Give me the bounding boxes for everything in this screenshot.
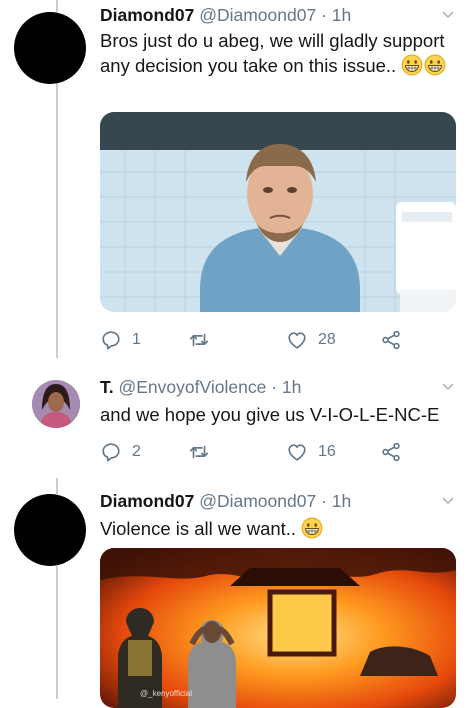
heart-icon — [286, 441, 308, 463]
reply-count: 2 — [132, 443, 141, 460]
separator: · — [321, 491, 327, 511]
share-icon — [380, 441, 402, 463]
grinning-emoji — [301, 517, 323, 539]
like-count: 16 — [318, 443, 336, 460]
tweet-text-content: Bros just do u abeg, we will gladly supp… — [100, 30, 445, 76]
separator: · — [321, 5, 327, 25]
burning-house-image[interactable]: @_kenyofficial — [100, 548, 456, 708]
media-watermark: @_kenyofficial — [140, 689, 192, 698]
retweet-icon — [188, 329, 210, 351]
avatar[interactable] — [32, 380, 80, 428]
avatar[interactable] — [14, 494, 86, 566]
like-button[interactable]: 16 — [286, 440, 336, 464]
tweet-text: Bros just do u abeg, we will gladly supp… — [100, 28, 450, 78]
reply-button[interactable]: 1 — [100, 328, 141, 352]
meme-image[interactable] — [100, 112, 456, 312]
tweet-actions: 1 28 — [100, 328, 400, 352]
heart-icon — [286, 329, 308, 351]
retweet-button[interactable] — [188, 440, 210, 464]
display-name[interactable]: Diamond07 — [100, 5, 194, 25]
share-button[interactable] — [380, 328, 402, 352]
timestamp[interactable]: 1h — [332, 491, 351, 511]
reply-count: 1 — [132, 331, 141, 348]
user-handle[interactable]: @EnvoyofViolence — [119, 377, 267, 397]
share-icon — [380, 329, 402, 351]
chevron-down-icon[interactable] — [442, 381, 454, 393]
tweet-actions: 2 16 — [100, 440, 400, 464]
reply-icon — [100, 329, 122, 351]
tweet-header: Diamond07 @Diamoond07 · 1h — [100, 490, 351, 512]
tweet-text-content: Violence is all we want.. — [100, 518, 297, 539]
timestamp[interactable]: 1h — [282, 377, 301, 397]
share-button[interactable] — [380, 440, 402, 464]
retweet-button[interactable] — [188, 328, 210, 352]
tweet-text-content: and we hope you give us V-I-O-L-E-NC-E — [100, 404, 440, 425]
display-name[interactable]: T. — [100, 377, 114, 397]
like-count: 28 — [318, 331, 336, 348]
tweet-text: Violence is all we want.. — [100, 516, 450, 541]
chevron-down-icon[interactable] — [442, 9, 454, 21]
tweet[interactable]: Diamond07 @Diamoond07 · 1h Bros just do … — [0, 0, 472, 360]
tweet[interactable]: T. @EnvoyofViolence · 1h and we hope you… — [0, 368, 472, 478]
tweet-header: Diamond07 @Diamoond07 · 1h — [100, 4, 351, 26]
chevron-down-icon[interactable] — [442, 495, 454, 507]
tweet-header: T. @EnvoyofViolence · 1h — [100, 376, 301, 398]
timestamp[interactable]: 1h — [332, 5, 351, 25]
reply-icon — [100, 441, 122, 463]
user-handle[interactable]: @Diamoond07 — [199, 5, 316, 25]
tweet[interactable]: Diamond07 @Diamoond07 · 1h Violence is a… — [0, 484, 472, 708]
user-handle[interactable]: @Diamoond07 — [199, 491, 316, 511]
retweet-icon — [188, 441, 210, 463]
display-name[interactable]: Diamond07 — [100, 491, 194, 511]
reply-button[interactable]: 2 — [100, 440, 141, 464]
avatar[interactable] — [14, 12, 86, 84]
grinning-emoji — [424, 54, 446, 76]
separator: · — [271, 377, 278, 397]
grinning-emoji — [401, 54, 423, 76]
like-button[interactable]: 28 — [286, 328, 336, 352]
tweet-text: and we hope you give us V-I-O-L-E-NC-E — [100, 402, 450, 427]
